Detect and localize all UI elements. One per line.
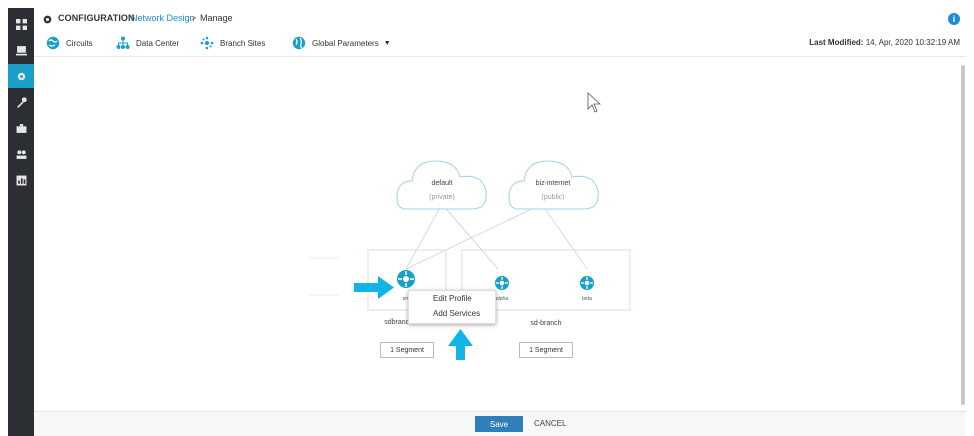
gear-icon: [42, 12, 53, 30]
last-modified: Last Modified: 14, Apr, 2020 10:32:19 AM: [809, 38, 960, 47]
node-beta-label: beta: [582, 296, 592, 302]
sidebar-wrench-icon[interactable]: [8, 90, 34, 114]
breadcrumb-manage: Manage: [200, 13, 233, 23]
tab-circuits[interactable]: Circuits: [46, 36, 93, 50]
scrollbar-thumb[interactable]: [961, 65, 965, 405]
node-alpha[interactable]: [495, 276, 509, 290]
last-modified-value: 14, Apr, 2020 10:32:19 AM: [865, 38, 960, 47]
sidebar-reports-icon[interactable]: [8, 168, 34, 192]
link-default-alpha: [441, 203, 499, 270]
node-sm[interactable]: [397, 270, 415, 288]
save-button[interactable]: Save: [475, 416, 523, 432]
tab-data-center[interactable]: Data Center: [116, 36, 179, 50]
sidebar-dashboard-icon[interactable]: [8, 12, 34, 36]
tab-branch-sites-label: Branch Sites: [220, 38, 266, 48]
cloud-biz-internet-name: biz-internet: [536, 180, 571, 187]
menu-item-edit-profile[interactable]: Edit Profile: [409, 291, 495, 306]
footer-bar: Save CANCEL: [34, 411, 966, 436]
cloud-default-type: (private): [429, 194, 455, 201]
last-modified-label: Last Modified:: [809, 38, 864, 47]
top-header: CONFIGURATION Network Design > Manage i: [34, 8, 966, 31]
branch-icon: [200, 36, 214, 50]
sidebar-configuration-icon[interactable]: [8, 64, 34, 88]
node-alpha-label: alpha: [496, 296, 508, 302]
mouse-cursor-icon: [587, 92, 602, 113]
segment-badge-sdbranch-small[interactable]: 1 Segment: [380, 342, 434, 358]
left-sidebar: [8, 8, 34, 436]
page-title: CONFIGURATION: [58, 13, 135, 23]
globe-icon: [292, 36, 306, 50]
datacenter-icon: [116, 36, 130, 49]
info-icon[interactable]: i: [948, 13, 960, 25]
link-default-sm: [405, 203, 443, 270]
sidebar-monitor-icon[interactable]: [8, 38, 34, 62]
sidebar-briefcase-icon[interactable]: [8, 116, 34, 140]
tab-branch-sites[interactable]: Branch Sites: [200, 36, 265, 50]
tab-global-parameters-label: Global Parameters: [312, 38, 379, 48]
cloud-biz-internet-type: (public): [542, 194, 565, 201]
highlight-arrow-right: [354, 276, 394, 299]
breadcrumb-separator: >: [191, 13, 197, 23]
segment-badge-sd-branch[interactable]: 1 Segment: [519, 342, 573, 358]
link-internet-beta: [541, 203, 588, 270]
cancel-button[interactable]: CANCEL: [534, 419, 566, 428]
config-toolbar: Circuits Data Center Branch Sites Global…: [34, 30, 966, 57]
vertical-scrollbar[interactable]: [960, 57, 966, 412]
branch-group-sd-branch-label: sd-branch: [530, 320, 561, 327]
breadcrumb-network-design[interactable]: Network Design: [131, 13, 195, 23]
tab-data-center-label: Data Center: [136, 38, 180, 48]
network-design-canvas[interactable]: default (private) biz-internet (public) …: [34, 57, 960, 412]
menu-item-add-services[interactable]: Add Services: [409, 306, 495, 321]
cloud-default-name: default: [431, 180, 452, 187]
tab-circuits-label: Circuits: [66, 38, 93, 48]
globe-icon: [46, 36, 60, 50]
tab-global-parameters[interactable]: Global Parameters ▼: [292, 36, 391, 50]
node-beta[interactable]: [580, 276, 594, 290]
chevron-down-icon: ▼: [383, 39, 391, 47]
sidebar-users-icon[interactable]: [8, 142, 34, 166]
node-context-menu: Edit Profile Add Services: [408, 290, 496, 324]
link-internet-sm: [405, 203, 543, 270]
topology-diagram: default (private) biz-internet (public) …: [309, 92, 631, 360]
highlight-arrow-up: [448, 329, 473, 360]
